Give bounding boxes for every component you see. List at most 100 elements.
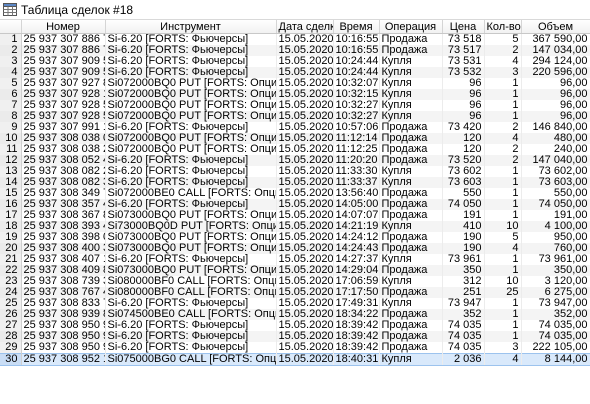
table-row[interactable]: 525 937 307 927 875Si072000BQ0 PUT [FORT… (0, 78, 590, 89)
table-row[interactable]: 425 937 307 909 572Si-6.20 [FORTS: Фьюче… (0, 67, 590, 78)
cell-price: 96 (442, 78, 485, 89)
cell-quantity: 1 (484, 89, 522, 100)
table-row[interactable]: 625 937 307 928 118Si072000BQ0 PUT [FORT… (0, 89, 590, 100)
table-row[interactable]: 1325 937 308 082 212Si-6.20 [FORTS: Фьюч… (0, 166, 590, 177)
table-row[interactable]: 1525 937 308 349 729Si072000BE0 CALL [FO… (0, 188, 590, 199)
cell-price: 74 035 (442, 342, 485, 354)
cell-quantity: 1 (484, 265, 522, 276)
cell-operation: Купля (379, 276, 443, 287)
col-header-quantity[interactable]: Кол-во (484, 20, 522, 34)
cell-volume: 96,00 (521, 111, 590, 122)
table-row[interactable]: 2125 937 308 407 153Si-6.20 [FORTS: Фьюч… (0, 254, 590, 265)
row-index: 19 (0, 232, 22, 243)
cell-operation: Купля (379, 353, 443, 366)
cell-date: 15.05.2020 (276, 276, 334, 287)
table-row[interactable]: 3025 937 308 952 148Si075000BG0 CALL [FO… (0, 353, 590, 366)
table-row[interactable]: 825 937 307 928 558Si072000BQ0 PUT [FORT… (0, 111, 590, 122)
cell-quantity: 1 (484, 320, 522, 331)
cell-number: 25 937 308 052 488 (21, 155, 106, 166)
table-row[interactable]: 225 937 307 886 786Si-6.20 [FORTS: Фьюче… (0, 45, 590, 56)
cell-number: 25 937 308 082 212 (21, 166, 106, 177)
cell-time: 13:56:40 (333, 188, 380, 199)
table-row[interactable]: 2525 937 308 833 725Si-6.20 [FORTS: Фьюч… (0, 298, 590, 309)
table-row[interactable]: 2225 937 308 409 806Si073000BQ0 PUT [FOR… (0, 265, 590, 276)
table-row[interactable]: 2925 937 308 950 957Si-6.20 [FORTS: Фьюч… (0, 342, 590, 354)
cell-operation: Продажа (379, 155, 443, 166)
cell-date: 15.05.2020 (276, 111, 334, 122)
cell-operation: Купля (379, 56, 443, 67)
cell-instrument: Si-6.20 [FORTS: Фьючерсы] (105, 320, 277, 331)
trades-grid[interactable]: НомерИнструментДата сделкиВремяОперацияЦ… (0, 20, 590, 366)
table-row[interactable]: 325 937 307 909 571Si-6.20 [FORTS: Фьюче… (0, 56, 590, 67)
row-index: 15 (0, 188, 22, 199)
table-row[interactable]: 2425 937 308 767 430Si080000BF0 CALL [FO… (0, 287, 590, 298)
cell-time: 10:32:15 (333, 89, 380, 100)
table-row[interactable]: 1625 937 308 357 402Si-6.20 [FORTS: Фьюч… (0, 199, 590, 210)
cell-operation: Продажа (379, 210, 443, 221)
col-header-date[interactable]: Дата сделки (276, 20, 334, 34)
table-row[interactable]: 1825 937 308 393 464Si73000BQ0D PUT [FOR… (0, 221, 590, 232)
row-index: 29 (0, 342, 22, 354)
cell-price: 73 517 (442, 45, 485, 56)
cell-number: 25 937 307 928 118 (21, 89, 106, 100)
table-row[interactable]: 1225 937 308 052 488Si-6.20 [FORTS: Фьюч… (0, 155, 590, 166)
cell-date: 15.05.2020 (276, 342, 334, 354)
table-row[interactable]: 1925 937 308 398 070Si073000BQ0 PUT [FOR… (0, 232, 590, 243)
table-row[interactable]: 2625 937 308 939 806Si074500BE0 CALL [FO… (0, 309, 590, 320)
col-header-price[interactable]: Цена (442, 20, 485, 34)
table-row[interactable]: 125 937 307 886 785Si-6.20 [FORTS: Фьюче… (0, 33, 590, 45)
cell-date: 15.05.2020 (276, 320, 334, 331)
cell-volume: 146 840,00 (521, 122, 590, 133)
table-row[interactable]: 725 937 307 928 557Si072000BQ0 PUT [FORT… (0, 100, 590, 111)
cell-instrument: Si072000BQ0 PUT [FORTS: Опционы] (105, 89, 277, 100)
row-index: 8 (0, 111, 22, 122)
window-titlebar[interactable]: Таблица сделок #18 (0, 0, 590, 20)
cell-operation: Продажа (379, 199, 443, 210)
cell-date: 15.05.2020 (276, 331, 334, 342)
cell-volume: 73 602,00 (521, 166, 590, 177)
cell-quantity: 10 (484, 276, 522, 287)
cell-number: 25 937 307 909 571 (21, 56, 106, 67)
cell-date: 15.05.2020 (276, 177, 334, 188)
table-header-row: НомерИнструментДата сделкиВремяОперацияЦ… (0, 20, 590, 34)
cell-price: 73 602 (442, 166, 485, 177)
row-index: 30 (0, 353, 22, 366)
table-row[interactable]: 2325 937 308 739 337Si080000BF0 CALL [FO… (0, 276, 590, 287)
cell-time: 14:24:43 (333, 243, 380, 254)
col-header-operation[interactable]: Операция (379, 20, 443, 34)
cell-operation: Продажа (379, 33, 443, 45)
table-row[interactable]: 2725 937 308 950 955Si-6.20 [FORTS: Фьюч… (0, 320, 590, 331)
cell-quantity: 2 (484, 122, 522, 133)
col-header-index[interactable] (0, 20, 22, 34)
cell-date: 15.05.2020 (276, 45, 334, 56)
table-row[interactable]: 1425 937 308 082 353Si-6.20 [FORTS: Фьюч… (0, 177, 590, 188)
table-row[interactable]: 2025 937 308 400 342Si073000BQ0 PUT [FOR… (0, 243, 590, 254)
col-header-instrument[interactable]: Инструмент (105, 20, 277, 34)
cell-number: 25 937 308 400 342 (21, 243, 106, 254)
cell-price: 312 (442, 276, 485, 287)
cell-price: 73 603 (442, 177, 485, 188)
cell-quantity: 10 (484, 221, 522, 232)
cell-time: 11:20:20 (333, 155, 380, 166)
col-header-time[interactable]: Время (333, 20, 380, 34)
cell-price: 120 (442, 144, 485, 155)
cell-quantity: 2 (484, 155, 522, 166)
table-row[interactable]: 1025 937 308 038 008Si072000BQ0 PUT [FOR… (0, 133, 590, 144)
cell-volume: 220 596,00 (521, 67, 590, 78)
col-header-number[interactable]: Номер (21, 20, 106, 34)
row-index: 3 (0, 56, 22, 67)
cell-quantity: 1 (484, 254, 522, 265)
cell-operation: Продажа (379, 122, 443, 133)
cell-date: 15.05.2020 (276, 254, 334, 265)
table-row[interactable]: 1125 937 308 038 287Si072000BQ0 PUT [FOR… (0, 144, 590, 155)
col-header-volume[interactable]: Объем (521, 20, 590, 34)
cell-quantity: 4 (484, 243, 522, 254)
cell-quantity: 1 (484, 100, 522, 111)
cell-volume: 74 035,00 (521, 320, 590, 331)
cell-quantity: 1 (484, 331, 522, 342)
table-row[interactable]: 1725 937 308 367 846Si073000BQ0 PUT [FOR… (0, 210, 590, 221)
table-row[interactable]: 925 937 307 991 114Si-6.20 [FORTS: Фьюче… (0, 122, 590, 133)
table-row[interactable]: 2825 937 308 950 956Si-6.20 [FORTS: Фьюч… (0, 331, 590, 342)
cell-operation: Продажа (379, 232, 443, 243)
cell-instrument: Si-6.20 [FORTS: Фьючерсы] (105, 342, 277, 354)
